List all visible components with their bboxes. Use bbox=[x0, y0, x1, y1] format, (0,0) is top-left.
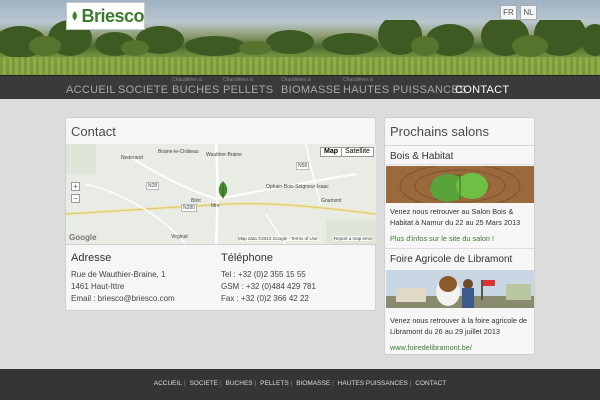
contact-title: Contact bbox=[66, 118, 375, 146]
event-title: Bois & Habitat bbox=[390, 151, 454, 162]
leaves-on-wood-image bbox=[386, 166, 534, 203]
contact-card: Contact + − Map Satellite Nederand Brain… bbox=[65, 117, 376, 311]
nav-item-label: HAUTES PUISSANCES bbox=[343, 84, 467, 96]
salons-title: Prochains salons bbox=[385, 118, 534, 146]
field-strip bbox=[0, 57, 600, 75]
address-line: Rue de Wauthier-Braine, 1 bbox=[71, 270, 166, 279]
cows-at-fair-image bbox=[386, 270, 534, 308]
nav-item-pellets[interactable]: Chaudières à PELLETS bbox=[223, 77, 274, 96]
map-place-label: Nederand bbox=[121, 155, 143, 161]
libramont-image bbox=[386, 270, 534, 308]
nav-item-societe[interactable]: SOCIETE bbox=[118, 84, 168, 96]
phone-line: Tel : +32 (0)2 355 15 55 bbox=[221, 270, 306, 279]
location-marker-icon bbox=[218, 181, 228, 199]
footer-link-societe[interactable]: SOCIETE bbox=[189, 380, 218, 387]
bois-habitat-image bbox=[386, 166, 534, 203]
footer-link-biomasse[interactable]: BIOMASSE bbox=[296, 380, 330, 387]
nav-item-label: BUCHES bbox=[172, 84, 220, 96]
salons-card: Prochains salons Bois & Habitat Venez no… bbox=[384, 117, 535, 355]
nav-item-label: BIOMASSE bbox=[281, 84, 341, 96]
location-map[interactable]: + − Map Satellite Nederand Braine-le-Châ… bbox=[66, 144, 376, 245]
satellite-view-button[interactable]: Satellite bbox=[341, 147, 374, 157]
map-view-button[interactable]: Map bbox=[320, 147, 342, 157]
nav-item-prefix: Chaudières à bbox=[223, 77, 253, 83]
nav-item-label: PELLETS bbox=[223, 84, 274, 96]
nav-item-biomasse[interactable]: Chaudières à BIOMASSE bbox=[281, 77, 341, 96]
event-info-link[interactable]: Plus d'infos sur le site du salon ! bbox=[390, 234, 494, 243]
nav-item-label: CONTACT bbox=[455, 84, 510, 96]
gsm-line: GSM : +32 (0)484 429 781 bbox=[221, 282, 316, 291]
nav-item-label: ACCUEIL bbox=[66, 84, 116, 96]
nav-item-contact[interactable]: CONTACT bbox=[455, 84, 509, 96]
nav-item-hautes-puissances[interactable]: Chaudières à HAUTES PUISSANCES bbox=[343, 77, 467, 96]
nav-item-prefix: Chaudières à bbox=[281, 77, 311, 83]
phone-title: Téléphone bbox=[221, 252, 273, 264]
nav-item-prefix: Chaudières à bbox=[172, 77, 202, 83]
event-description: Venez nous retrouver au Salon Bois & Hab… bbox=[390, 207, 521, 227]
brand-logo[interactable]: Briesco bbox=[66, 2, 145, 30]
map-place-label: Wauthier-Braine bbox=[206, 152, 242, 158]
footer-links: ACCUEIL | SOCIETE | BUCHES | PELLETS | BIOMA… bbox=[153, 380, 447, 387]
lang-fr-button[interactable]: FR bbox=[500, 5, 517, 20]
footer-link-buches[interactable]: BUCHES bbox=[226, 380, 253, 387]
footer-link-contact[interactable]: CONTACT bbox=[415, 380, 446, 387]
footer-link-hautes-puissances[interactable]: HAUTES PUISSANCES bbox=[338, 380, 408, 387]
nav-item-buches[interactable]: Chaudières à BUCHES bbox=[172, 77, 220, 96]
map-road-label: N28 bbox=[146, 182, 160, 190]
map-place-label: Ittre bbox=[211, 203, 220, 209]
google-logo: Google bbox=[69, 233, 97, 242]
lang-nl-button[interactable]: NL bbox=[520, 5, 537, 20]
event-title: Foire Agricole de Libramont bbox=[390, 254, 513, 265]
email-link[interactable]: Email : briesco@briesco.com bbox=[71, 294, 175, 303]
zoom-in-button[interactable]: + bbox=[71, 182, 80, 191]
report-map-error-link[interactable]: Report a map error bbox=[334, 236, 373, 241]
map-road-label: N280 bbox=[181, 204, 197, 212]
footer-link-pellets[interactable]: PELLETS bbox=[260, 380, 289, 387]
map-road-label: N58 bbox=[296, 162, 310, 170]
map-copyright[interactable]: Map data ©2013 Google - Terms of Use bbox=[238, 236, 318, 241]
footer-link-accueil[interactable]: ACCUEIL bbox=[154, 380, 182, 387]
nav-item-accueil[interactable]: ACCUEIL bbox=[66, 84, 116, 96]
event-description: Venez nous retrouver à la foire agricole… bbox=[390, 316, 528, 336]
nav-item-prefix: Chaudières à bbox=[343, 77, 373, 83]
map-place-label: Goumont bbox=[321, 198, 342, 204]
logo-text: Briesco bbox=[81, 5, 144, 26]
divider bbox=[385, 248, 534, 249]
map-place-label: Virginal bbox=[171, 234, 188, 240]
map-place-label: Braine-le-Château bbox=[158, 149, 199, 155]
fax-line: Fax : +32 (0)2 366 42 22 bbox=[221, 294, 309, 303]
zoom-out-button[interactable]: − bbox=[71, 194, 80, 203]
address-title: Adresse bbox=[71, 252, 112, 264]
event-info-link[interactable]: www.foiredelibramont.be/ bbox=[390, 343, 472, 352]
divider bbox=[385, 164, 534, 165]
nav-item-label: SOCIETE bbox=[118, 84, 169, 96]
main-nav: ACCUEIL SOCIETE Chaudières à BUCHES Chau… bbox=[0, 75, 600, 99]
map-place-label: Ophain-Bois-Seigneur-Isaac bbox=[266, 184, 329, 190]
leaf-icon bbox=[72, 11, 78, 21]
address-line: 1461 Haut-Ittre bbox=[71, 282, 125, 291]
footer: ACCUEIL | SOCIETE | BUCHES | PELLETS | BIOMA… bbox=[0, 369, 600, 400]
